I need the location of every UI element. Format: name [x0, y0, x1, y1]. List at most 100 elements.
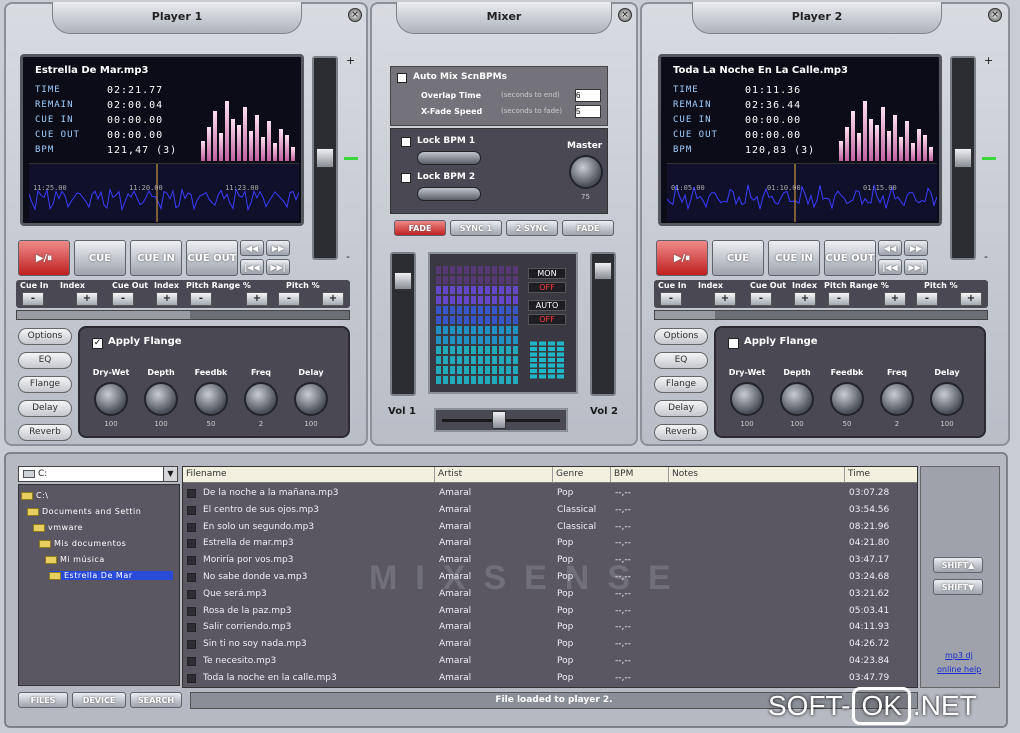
sync1-button[interactable]: SYNC 1 — [450, 220, 502, 236]
pitch-minus-button[interactable]: - — [278, 292, 300, 306]
knob[interactable] — [244, 382, 278, 416]
cue-in-button[interactable]: CUE IN — [768, 240, 820, 276]
options-button[interactable]: Options — [18, 328, 72, 345]
column-header[interactable]: Artist — [435, 467, 553, 483]
tree-item[interactable]: vmware — [33, 523, 83, 532]
pitch-minus-button[interactable]: - — [916, 292, 938, 306]
drive-select[interactable]: C: ▼ — [18, 466, 178, 482]
column-header[interactable]: Time — [845, 467, 917, 483]
vol1-slider[interactable] — [390, 252, 416, 396]
cue-in-button[interactable]: CUE IN — [130, 240, 182, 276]
row-checkbox[interactable] — [187, 489, 196, 498]
crossfader[interactable] — [434, 408, 568, 432]
lock-bpm1-checkbox[interactable] — [401, 137, 411, 147]
row-checkbox[interactable] — [187, 657, 196, 666]
row-checkbox[interactable] — [187, 556, 196, 566]
column-header[interactable]: BPM — [611, 467, 669, 483]
fast-forward-icon[interactable]: ▶▶ — [266, 240, 290, 256]
knob[interactable] — [730, 382, 764, 416]
table-row[interactable]: En solo un segundo.mp3 Amaral Classical --,… — [183, 519, 917, 536]
table-row[interactable]: De la noche a la mañana.mp3 Amaral Pop --,-… — [183, 485, 917, 502]
cue-out-minus-button[interactable]: - — [750, 292, 772, 306]
xfade-speed-input[interactable] — [575, 105, 601, 118]
delay-button[interactable]: Delay — [654, 400, 708, 417]
row-checkbox[interactable] — [187, 623, 196, 633]
flange-button[interactable]: Flange — [18, 376, 72, 393]
lock-bpm2-checkbox[interactable] — [401, 173, 411, 183]
table-row[interactable]: Rosa de la paz.mp3 Amaral Pop --,-- 05:03.41 — [183, 603, 917, 620]
options-button[interactable]: Options — [654, 328, 708, 345]
pitch-slider[interactable] — [312, 56, 338, 260]
chevron-down-icon[interactable]: ▼ — [163, 467, 177, 481]
mon-off-button[interactable]: OFF — [528, 282, 566, 293]
skip-forward-icon[interactable]: ▶▶| — [266, 259, 290, 275]
cue-in-minus-button[interactable]: - — [660, 292, 682, 306]
reverb-button[interactable]: Reverb — [654, 424, 708, 441]
cue-in-plus-button[interactable]: + — [714, 292, 736, 306]
row-checkbox[interactable] — [187, 640, 196, 650]
shift-down-button[interactable]: SHIFT▼ — [933, 579, 983, 595]
auto-off-button[interactable]: OFF — [528, 314, 566, 325]
eq-button[interactable]: EQ — [654, 352, 708, 369]
apply-flange-checkbox[interactable]: ✓ — [92, 338, 103, 349]
pitch-range-plus-button[interactable]: + — [884, 292, 906, 306]
close-icon[interactable]: × — [348, 8, 362, 22]
pitch-slider[interactable] — [950, 56, 976, 260]
skip-back-icon[interactable]: |◀◀ — [240, 259, 264, 275]
skip-forward-icon[interactable]: ▶▶| — [904, 259, 928, 275]
cue-button[interactable]: CUE — [74, 240, 126, 276]
cue-in-plus-button[interactable]: + — [76, 292, 98, 306]
position-bar[interactable] — [16, 310, 350, 320]
close-icon[interactable]: × — [618, 8, 632, 22]
pitch-range-plus-button[interactable]: + — [246, 292, 268, 306]
eq-button[interactable]: EQ — [18, 352, 72, 369]
tree-item[interactable]: Estrella De Mar — [49, 571, 173, 580]
cue-out-minus-button[interactable]: - — [112, 292, 134, 306]
column-header[interactable]: Notes — [669, 467, 845, 483]
row-checkbox[interactable] — [187, 589, 196, 599]
skip-back-icon[interactable]: |◀◀ — [878, 259, 902, 275]
device-tab[interactable]: DEVICE — [72, 692, 126, 708]
row-checkbox[interactable] — [187, 573, 196, 582]
search-tab[interactable]: SEARCH — [130, 692, 182, 708]
knob[interactable] — [880, 382, 914, 416]
cue-in-minus-button[interactable]: - — [22, 292, 44, 306]
overlap-time-input[interactable] — [575, 89, 601, 102]
reverb-button[interactable]: Reverb — [18, 424, 72, 441]
cue-out-plus-button[interactable]: + — [794, 292, 816, 306]
knob[interactable] — [194, 382, 228, 416]
cue-out-button[interactable]: CUE OUT — [824, 240, 876, 276]
delay-button[interactable]: Delay — [18, 400, 72, 417]
master-knob[interactable] — [569, 155, 603, 189]
rewind-icon[interactable]: ◀◀ — [240, 240, 264, 256]
fade-right-button[interactable]: FADE — [562, 220, 614, 236]
table-row[interactable]: Te necesito.mp3 Amaral Pop --,-- 04:23.84 — [183, 653, 917, 670]
close-icon[interactable]: × — [988, 8, 1002, 22]
knob[interactable] — [830, 382, 864, 416]
table-row[interactable]: Toda la noche en la calle.mp3 Amaral Pop --… — [183, 670, 917, 687]
online-help-link[interactable]: online help — [937, 665, 981, 674]
rewind-icon[interactable]: ◀◀ — [878, 240, 902, 256]
cue-out-plus-button[interactable]: + — [156, 292, 178, 306]
knob[interactable] — [294, 382, 328, 416]
cue-out-button[interactable]: CUE OUT — [186, 240, 238, 276]
tree-item[interactable]: Mi música — [45, 555, 105, 564]
apply-flange-checkbox[interactable] — [728, 338, 739, 349]
table-row[interactable]: El centro de sus ojos.mp3 Amaral Classical… — [183, 502, 917, 519]
crossfader-thumb[interactable] — [492, 411, 506, 429]
mp3-dj-link[interactable]: mp3 dj — [945, 651, 973, 660]
tree-item[interactable]: Mis documentos — [39, 539, 126, 548]
pitch-range-minus-button[interactable]: - — [190, 292, 212, 306]
row-checkbox[interactable] — [187, 505, 196, 515]
tree-item[interactable]: C:\ — [21, 491, 48, 500]
vol2-slider-thumb[interactable] — [594, 262, 612, 280]
fast-forward-icon[interactable]: ▶▶ — [904, 240, 928, 256]
position-bar[interactable] — [654, 310, 988, 320]
pitch-plus-button[interactable]: + — [960, 292, 982, 306]
files-tab[interactable]: FILES — [18, 692, 68, 708]
bpm2-slider[interactable] — [417, 187, 481, 201]
vol1-slider-thumb[interactable] — [394, 272, 412, 290]
knob[interactable] — [930, 382, 964, 416]
pitch-slider-thumb[interactable] — [954, 148, 972, 168]
play-pause-button[interactable]: ▶/⏸ — [656, 240, 708, 276]
